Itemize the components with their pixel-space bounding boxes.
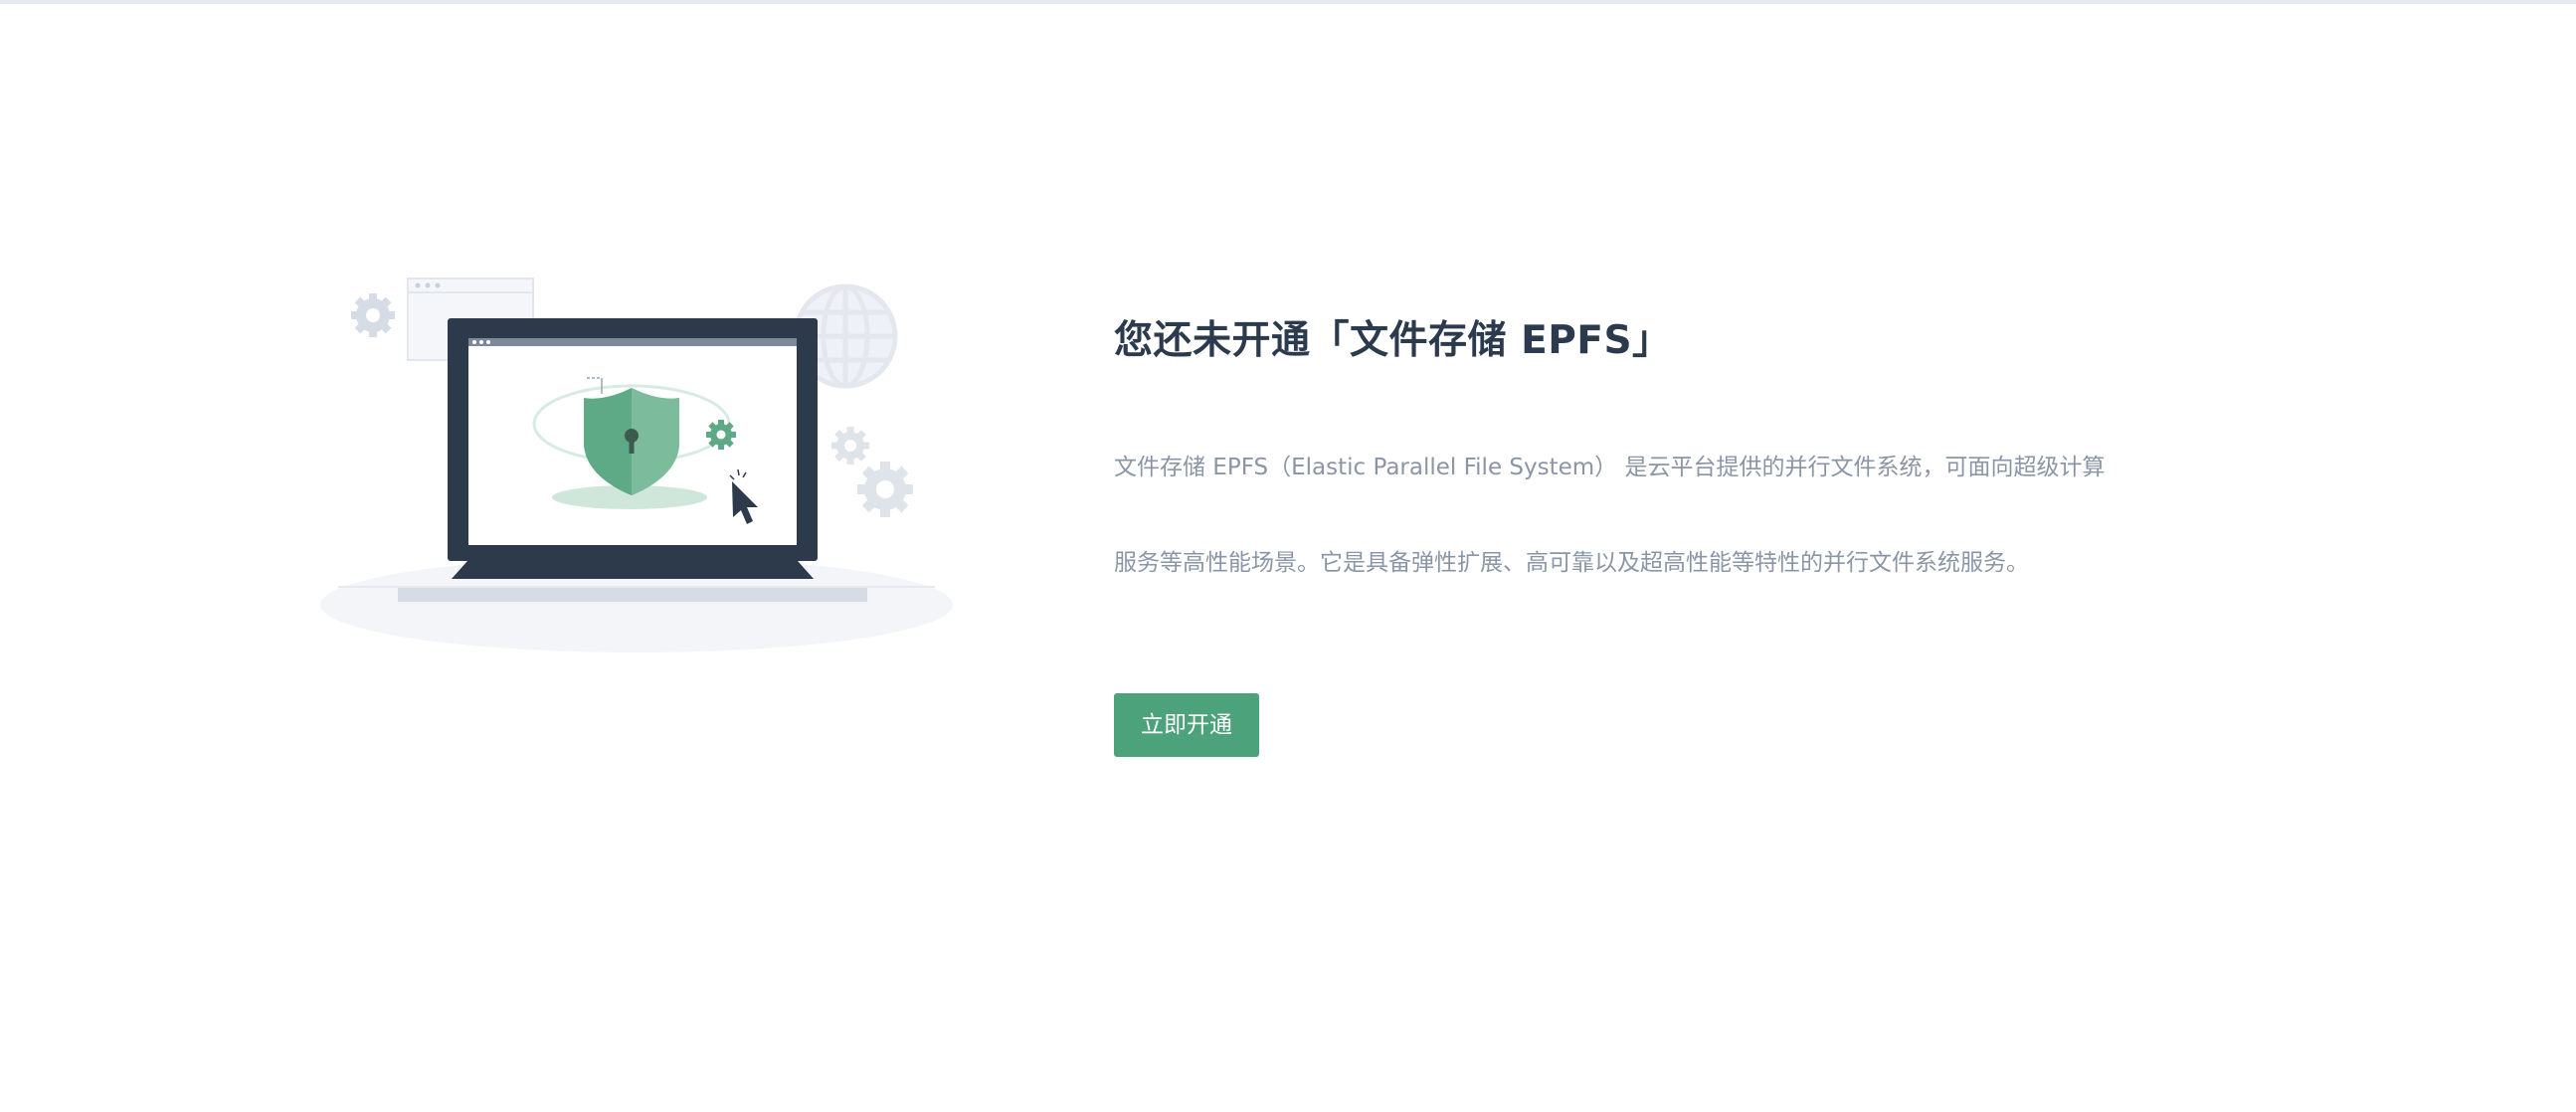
service-description: 文件存储 EPFS（Elastic Parallel File System） …	[1114, 396, 2188, 635]
page-title: 您还未开通「文件存储 EPFS」	[1114, 318, 1672, 363]
gear-icon	[351, 293, 395, 337]
description-line: 文件存储 EPFS（Elastic Parallel File System） …	[1114, 455, 2106, 480]
page: 您还未开通「文件存储 EPFS」 文件存储 EPFS（Elastic Paral…	[0, 0, 2576, 1112]
laptop-shield-illustration	[320, 278, 953, 652]
top-divider	[0, 0, 2576, 4]
gear-icon	[857, 462, 913, 517]
gear-icon	[831, 427, 869, 464]
empty-state-content: 您还未开通「文件存储 EPFS」 文件存储 EPFS（Elastic Paral…	[1114, 310, 2208, 757]
activate-now-button[interactable]: 立即开通	[1114, 693, 1259, 757]
description-line: 服务等高性能场景。它是具备弹性扩展、高可靠以及超高性能等特性的并行文件系统服务。	[1114, 550, 2029, 576]
gear-icon	[706, 420, 736, 450]
